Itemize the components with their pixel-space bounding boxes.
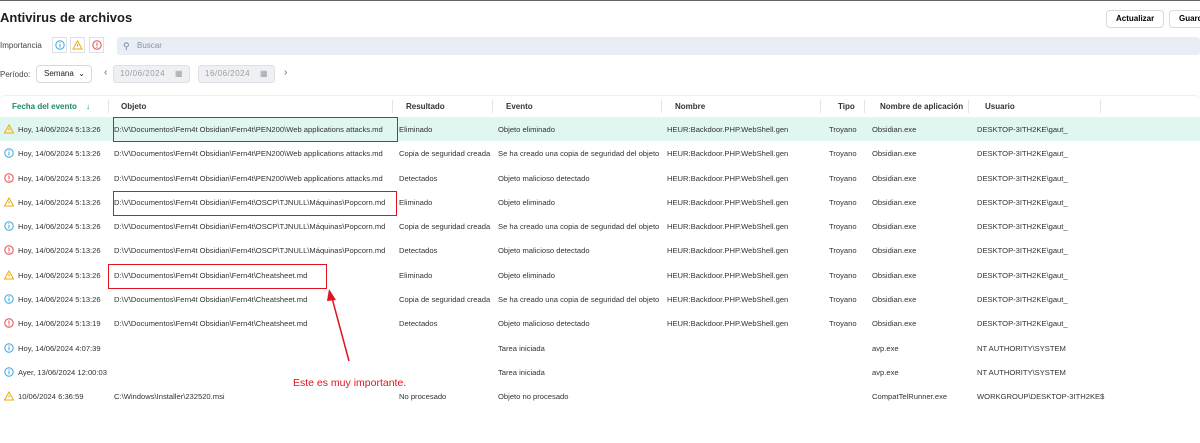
annotation-arrow bbox=[327, 289, 350, 362]
annotation-text: Este es muy importante. bbox=[293, 377, 407, 389]
